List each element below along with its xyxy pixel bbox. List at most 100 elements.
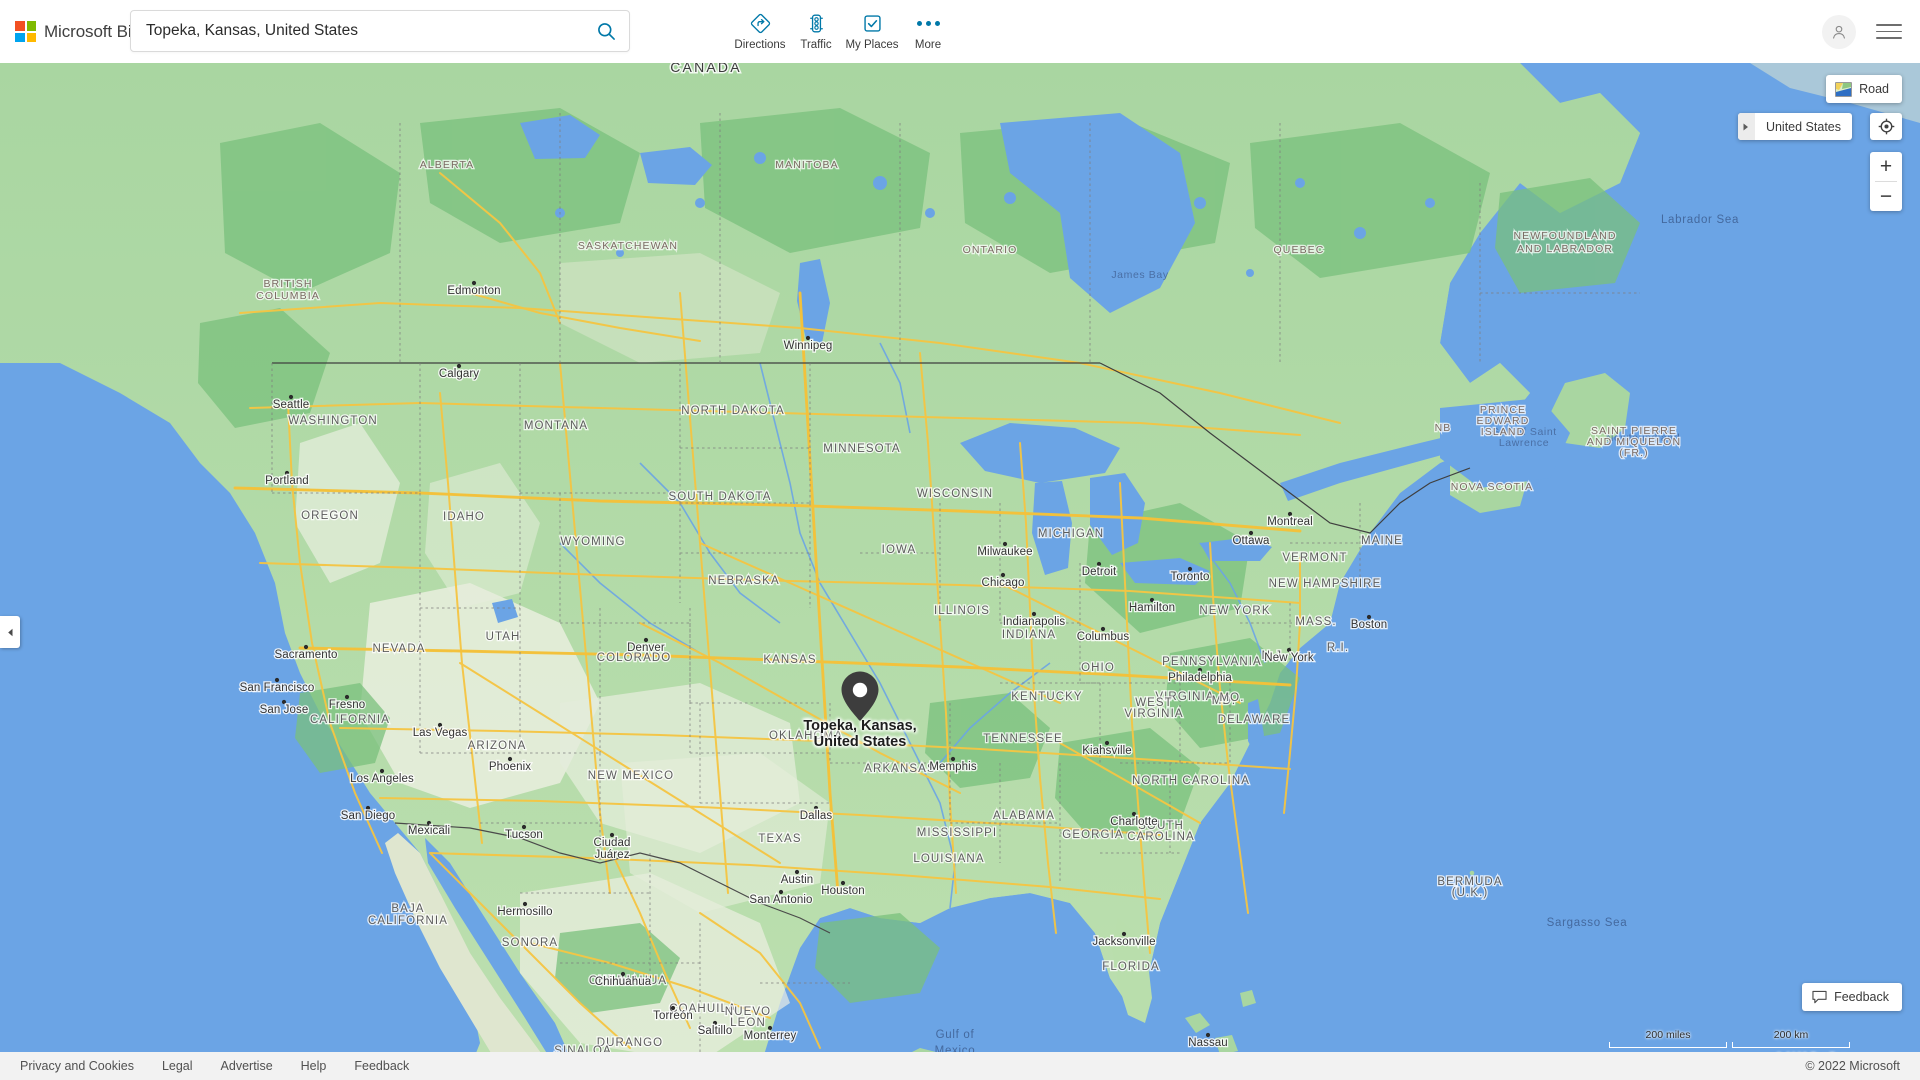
search-input[interactable]	[131, 22, 583, 40]
tool-more[interactable]: More	[900, 6, 956, 51]
map-label-state: IOWA	[882, 544, 917, 556]
map-label-province: MANITOBA	[775, 159, 838, 171]
map-pin-icon[interactable]	[838, 670, 882, 722]
map-label-province: SASKATCHEWAN	[578, 240, 678, 252]
map-label-city: Jacksonville	[1092, 936, 1155, 948]
tool-traffic-label: Traffic	[800, 39, 832, 51]
map-label-state: ARKANSAS	[864, 763, 935, 775]
map-label-state: NORTH CAROLINA	[1132, 775, 1250, 787]
map-label-city: Seattle	[273, 399, 310, 411]
footer-link-advertise[interactable]: Advertise	[221, 1059, 273, 1073]
map-label-city: Hamilton	[1129, 602, 1175, 614]
map-label-province: NB	[1435, 422, 1452, 434]
map-label-state: WASHINGTON	[288, 415, 378, 427]
region-selector[interactable]: United States	[1737, 113, 1852, 140]
map-label-city: Memphis	[929, 761, 977, 773]
map-label-province: ALBERTA	[420, 159, 475, 171]
map-label-state: R.I.	[1327, 642, 1349, 654]
search-button[interactable]	[583, 11, 629, 51]
map-canvas[interactable]: Labrador Sea James Bay Gulf of Saint Lawren…	[0, 63, 1920, 1068]
account-button[interactable]	[1822, 14, 1856, 49]
map-label-province: BRITISH	[263, 278, 312, 290]
scale-km-label: 200 km	[1773, 1029, 1809, 1041]
map-label-province: NEWFOUNDLAND	[1513, 230, 1616, 242]
map-tools-nav: Directions Traffic My Places More	[732, 6, 956, 51]
tool-my-places-label: My Places	[845, 39, 899, 51]
footer-link-privacy[interactable]: Privacy and Cookies	[20, 1059, 134, 1073]
map-label-water: Sargasso Sea	[1547, 917, 1628, 929]
map-label-state: ARIZONA	[468, 740, 527, 752]
map-label-city: Edmonton	[447, 285, 500, 297]
footer-link-legal[interactable]: Legal	[162, 1059, 193, 1073]
region-label[interactable]: United States	[1755, 120, 1852, 134]
tool-my-places[interactable]: My Places	[844, 6, 900, 51]
map-label-city: Juárez	[594, 849, 629, 861]
map-scale-bar: 200 miles 200 km	[1609, 1029, 1850, 1048]
map-label-city: Philadelphia	[1168, 672, 1232, 684]
map-label-city: Torreón	[653, 1010, 693, 1022]
map-label-state: LEON	[730, 1017, 766, 1029]
zoom-out-button[interactable]: −	[1870, 182, 1902, 211]
locate-me-button[interactable]	[1870, 113, 1902, 140]
road-style-thumbnail-icon	[1835, 81, 1853, 97]
map-label-city: Boston	[1351, 619, 1387, 631]
collapse-side-panel-button[interactable]	[0, 616, 20, 648]
my-places-icon	[862, 11, 883, 35]
more-icon	[916, 11, 940, 35]
hamburger-menu-button[interactable]	[1876, 23, 1902, 40]
map-label-state: IDAHO	[443, 511, 485, 523]
scale-km: 200 km	[1732, 1029, 1850, 1048]
map-label-province: COLUMBIA	[256, 290, 320, 302]
traffic-icon	[806, 11, 827, 35]
locate-me-icon	[1878, 118, 1894, 135]
map-label-city: Dallas	[800, 810, 833, 822]
map-label-state: VERMONT	[1282, 552, 1347, 564]
map-label-province: ISLAND	[1481, 426, 1526, 438]
map-label-city: San Jose	[260, 704, 309, 716]
map-render: Labrador SeaJames BayGulf of SaintLawren…	[0, 63, 1920, 1068]
map-label-state: VIRGINIA	[1124, 708, 1183, 720]
zoom-in-button[interactable]: +	[1870, 152, 1902, 181]
map-label-state: TEXAS	[758, 833, 801, 845]
tool-directions-label: Directions	[734, 39, 786, 51]
map-label-state: (U.K.)	[1452, 887, 1489, 899]
map-label-state: ILLINOIS	[934, 605, 990, 617]
map-label-state: MICHIGAN	[1038, 528, 1104, 540]
map-label-water: James Bay	[1111, 269, 1168, 281]
map-label-state: INDIANA	[1002, 629, 1056, 641]
map-label-city: Fresno	[329, 699, 365, 711]
footer-link-help[interactable]: Help	[301, 1059, 327, 1073]
footer-link-feedback[interactable]: Feedback	[354, 1059, 409, 1073]
search-bar[interactable]	[130, 10, 630, 52]
map-label-state: UTAH	[486, 631, 521, 643]
map-label-city: Denver	[627, 642, 665, 654]
search-icon	[597, 22, 615, 40]
map-label-state: MISSISSIPPI	[917, 827, 997, 839]
map-label-city: Phoenix	[489, 761, 531, 773]
map-style-label: Road	[1859, 82, 1889, 96]
map-label-city: Austin	[781, 874, 814, 886]
feedback-button[interactable]: Feedback	[1802, 983, 1902, 1011]
scale-km-bar	[1732, 1042, 1850, 1048]
map-style-button[interactable]: Road	[1826, 75, 1902, 103]
map-label-state: CALIFORNIA	[368, 915, 448, 927]
tool-directions[interactable]: Directions	[732, 6, 788, 51]
map-label-water: Lawrence	[1499, 437, 1549, 449]
tool-traffic[interactable]: Traffic	[788, 6, 844, 51]
map-label-province: ONTARIO	[963, 244, 1018, 256]
result-pin[interactable]	[838, 670, 882, 727]
map-label-province: QUEBEC	[1274, 244, 1325, 256]
map-label-city: Milwaukee	[977, 546, 1032, 558]
map-label-city: Winnipeg	[784, 340, 833, 352]
map-label-city: Ottawa	[1232, 535, 1270, 547]
map-label-city: Saltillo	[698, 1025, 733, 1037]
map-label-state: CALIFORNIA	[310, 714, 390, 726]
map-label-state: KENTUCKY	[1011, 691, 1082, 703]
map-label-state: OHIO	[1081, 662, 1115, 674]
region-expand-arrow-icon[interactable]	[1737, 113, 1755, 140]
microsoft-copyright: © 2022 Microsoft	[1805, 1059, 1900, 1073]
feedback-icon	[1812, 990, 1827, 1004]
map-label-state: WISCONSIN	[917, 488, 993, 500]
map-label-state: WYOMING	[560, 536, 625, 548]
map-label-city: Chihuahua	[595, 976, 652, 988]
